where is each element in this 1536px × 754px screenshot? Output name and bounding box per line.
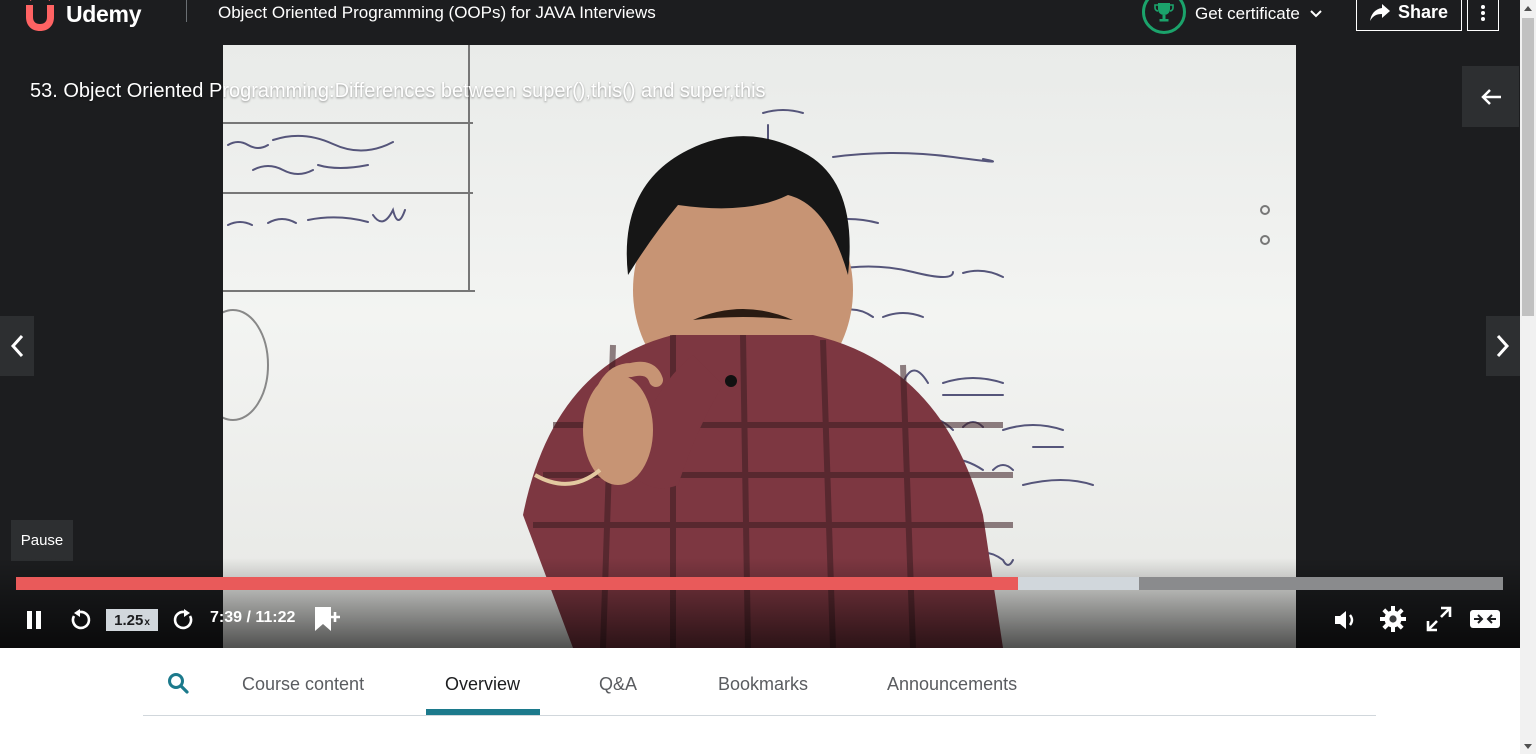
share-arrow-icon [1369, 4, 1390, 21]
course-tabs: Course content Overview Q&A Bookmarks An… [143, 648, 1376, 716]
header-divider [186, 0, 187, 22]
next-lecture-button[interactable] [1486, 316, 1520, 376]
playback-speed-suffix: x [144, 616, 150, 628]
udemy-logo[interactable]: Udemy [20, 0, 142, 34]
pause-button[interactable] [20, 605, 48, 635]
course-title[interactable]: Object Oriented Programming (OOPs) for J… [218, 3, 656, 23]
playback-speed-value: 1.25 [114, 611, 144, 629]
previous-lecture-button[interactable] [0, 316, 34, 376]
share-button[interactable]: Share [1356, 0, 1462, 31]
tab-bookmarks[interactable]: Bookmarks [718, 674, 808, 695]
search-icon[interactable] [167, 672, 189, 694]
udemy-logo-icon [26, 0, 54, 31]
course-player-page: Udemy Object Oriented Programming (OOPs)… [0, 0, 1536, 754]
lecture-title: 53. Object Oriented Programming:Differen… [30, 80, 766, 102]
expand-theater-icon [1470, 610, 1500, 628]
page-scrollbar[interactable] [1520, 0, 1536, 754]
tab-overview[interactable]: Overview [445, 674, 520, 695]
certificate-label: Get certificate [1195, 4, 1300, 23]
rewind-button[interactable] [66, 605, 94, 635]
chevron-left-icon [10, 334, 24, 358]
volume-button[interactable] [1332, 605, 1360, 635]
video-player[interactable]: 53. Object Oriented Programming:Differen… [0, 45, 1520, 648]
forward-button[interactable] [170, 605, 198, 635]
pause-icon [27, 611, 41, 629]
scroll-up-arrow-icon[interactable] [1520, 0, 1536, 16]
tab-qa[interactable]: Q&A [599, 674, 637, 695]
controls-overlay [0, 558, 1520, 648]
theater-mode-button[interactable] [1467, 603, 1503, 635]
pause-tooltip: Pause [11, 520, 73, 561]
logo-text: Udemy [66, 0, 142, 27]
chevron-down-icon [1310, 10, 1322, 18]
playback-speed-button[interactable]: 1.25 x [106, 609, 158, 631]
fullscreen-icon [1426, 606, 1452, 632]
share-label: Share [1397, 2, 1449, 22]
top-bar: Udemy Object Oriented Programming (OOPs)… [0, 0, 1520, 45]
get-certificate-button[interactable]: Get certificate [1142, 0, 1323, 34]
arrow-left-icon [1480, 88, 1501, 105]
rewind-5-icon [71, 609, 91, 630]
gear-icon [1380, 606, 1406, 632]
more-options-button[interactable] [1467, 0, 1499, 31]
fullscreen-button[interactable] [1424, 603, 1454, 635]
progress-bar[interactable] [16, 577, 1503, 590]
forward-5-icon [173, 609, 193, 630]
add-bookmark-icon [315, 607, 340, 631]
add-bookmark-button[interactable] [310, 603, 342, 635]
scroll-thumb[interactable] [1522, 18, 1534, 316]
active-tab-indicator [426, 709, 540, 715]
scroll-down-arrow-icon[interactable] [1520, 738, 1536, 754]
tab-course-content[interactable]: Course content [242, 674, 364, 695]
chevron-right-icon [1496, 334, 1510, 358]
settings-button[interactable] [1378, 603, 1408, 635]
tab-announcements[interactable]: Announcements [887, 674, 1017, 695]
trophy-icon [1142, 0, 1186, 34]
time-display: 7:39 / 11:22 [210, 609, 296, 626]
close-sidebar-button[interactable] [1462, 66, 1519, 127]
progress-played [16, 577, 1019, 590]
more-vertical-icon [1481, 4, 1485, 21]
volume-icon [1335, 611, 1354, 629]
